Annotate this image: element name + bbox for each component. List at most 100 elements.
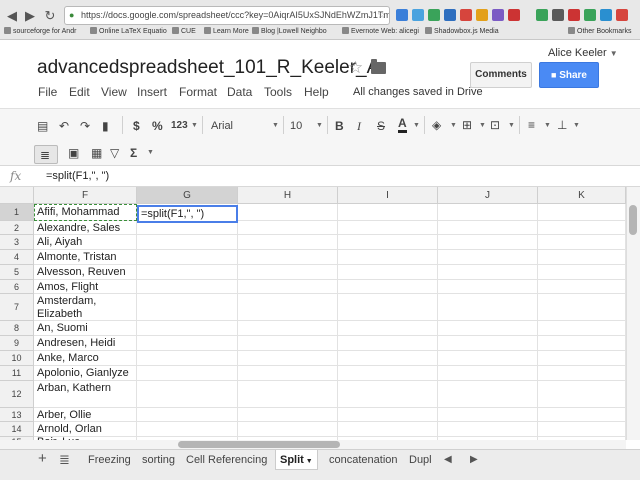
column-header-i[interactable]: I bbox=[338, 187, 438, 204]
cell[interactable] bbox=[137, 336, 238, 350]
row-header[interactable]: 8 bbox=[0, 321, 34, 336]
cell[interactable] bbox=[438, 408, 538, 421]
row-header[interactable]: 14 bbox=[0, 422, 34, 437]
cell[interactable] bbox=[338, 294, 438, 320]
cell[interactable] bbox=[238, 204, 338, 220]
cell[interactable] bbox=[338, 280, 438, 293]
cell[interactable] bbox=[238, 221, 338, 234]
bold-button[interactable]: B bbox=[335, 118, 344, 134]
sheet-tab-split[interactable]: Split ▼ bbox=[275, 450, 318, 470]
vertical-align-icon[interactable]: ⊥ bbox=[557, 117, 567, 133]
sheet-tab-concatenation[interactable]: concatenation bbox=[325, 450, 402, 470]
cell[interactable]: Alvesson, Reuven bbox=[34, 265, 137, 279]
add-sheet-icon[interactable]: + bbox=[38, 450, 47, 467]
paint-format-icon[interactable]: ▮ bbox=[102, 118, 109, 134]
cell[interactable]: Alexandre, Sales bbox=[34, 221, 137, 234]
bookmark-item[interactable]: CUE bbox=[172, 27, 196, 35]
cell[interactable] bbox=[238, 235, 338, 249]
extension-icon[interactable] bbox=[616, 9, 628, 21]
row-header[interactable]: 4 bbox=[0, 250, 34, 265]
row-header[interactable]: 13 bbox=[0, 408, 34, 422]
vertical-scroll-thumb[interactable] bbox=[629, 205, 637, 235]
horizontal-scrollbar[interactable] bbox=[0, 440, 626, 449]
column-header-g[interactable]: G bbox=[137, 187, 238, 204]
cell[interactable] bbox=[538, 422, 626, 436]
row-header[interactable]: 7 bbox=[0, 294, 34, 321]
cell[interactable] bbox=[238, 422, 338, 436]
extension-icon[interactable] bbox=[396, 9, 408, 21]
folder-icon[interactable] bbox=[371, 59, 386, 74]
filter-icon[interactable]: ▽ bbox=[110, 145, 119, 161]
cell[interactable] bbox=[338, 381, 438, 407]
extension-icon[interactable] bbox=[552, 9, 564, 21]
cell[interactable]: Arnold, Orlan bbox=[34, 422, 137, 436]
cell[interactable] bbox=[538, 250, 626, 264]
bookmark-item[interactable]: Shadowbox.js Media bbox=[425, 27, 499, 35]
cell[interactable] bbox=[137, 422, 238, 436]
menu-file[interactable]: File bbox=[38, 85, 57, 99]
extension-icon[interactable] bbox=[412, 9, 424, 21]
star-icon[interactable]: ☆ bbox=[348, 58, 363, 78]
cell[interactable] bbox=[137, 366, 238, 380]
cell[interactable] bbox=[338, 422, 438, 436]
cell[interactable]: An, Suomi bbox=[34, 321, 137, 335]
cell[interactable] bbox=[338, 366, 438, 380]
menu-data[interactable]: Data bbox=[227, 85, 252, 99]
cell[interactable] bbox=[238, 294, 338, 320]
cell[interactable]: Afifi, Mohammad bbox=[34, 204, 137, 220]
number-format-button[interactable]: 123 bbox=[171, 118, 188, 134]
cell[interactable]: Amsterdam, Elizabeth bbox=[34, 294, 137, 320]
cell[interactable] bbox=[137, 408, 238, 421]
extension-icon[interactable] bbox=[600, 9, 612, 21]
fill-color-icon[interactable]: ◈ bbox=[432, 117, 441, 133]
font-select[interactable]: Arial bbox=[211, 118, 233, 134]
spreadsheet-grid[interactable]: F G H I J K 1 Afifi, Mohammad 2 Alexandre, Sales 3… bbox=[0, 187, 626, 440]
cell[interactable] bbox=[438, 204, 538, 220]
cell[interactable] bbox=[538, 381, 626, 407]
extension-icon[interactable] bbox=[536, 9, 548, 21]
column-header-j[interactable]: J bbox=[438, 187, 538, 204]
cell[interactable] bbox=[538, 265, 626, 279]
user-account[interactable]: Alice Keeler ▼ bbox=[548, 47, 618, 59]
bookmark-item[interactable]: sourceforge for Andr bbox=[4, 27, 76, 35]
extension-icon[interactable] bbox=[584, 9, 596, 21]
extension-icon[interactable] bbox=[508, 9, 520, 21]
address-bar[interactable]: ● https://docs.google.com/spreadsheet/cc… bbox=[64, 6, 390, 25]
cell[interactable] bbox=[438, 351, 538, 365]
cell[interactable] bbox=[438, 265, 538, 279]
text-color-button[interactable]: A bbox=[398, 116, 407, 133]
document-title[interactable]: advancedspreadsheet_101_R_Keeler_A bbox=[37, 57, 379, 79]
cell[interactable] bbox=[137, 250, 238, 264]
column-header-k[interactable]: K bbox=[538, 187, 626, 204]
cell[interactable] bbox=[338, 321, 438, 335]
cell[interactable] bbox=[538, 351, 626, 365]
formula-input[interactable]: =split(F1,", ") bbox=[46, 170, 109, 182]
bookmark-item[interactable]: Online LaTeX Equatio bbox=[90, 27, 167, 35]
functions-button[interactable]: Σ bbox=[130, 145, 137, 161]
row-header[interactable]: 9 bbox=[0, 336, 34, 351]
cell[interactable] bbox=[238, 381, 338, 407]
italic-button[interactable]: I bbox=[357, 118, 361, 134]
row-header[interactable]: 12 bbox=[0, 381, 34, 408]
share-button[interactable]: ■ Share bbox=[539, 62, 599, 88]
cell[interactable] bbox=[338, 336, 438, 350]
cell[interactable] bbox=[438, 280, 538, 293]
bookmark-item[interactable]: Evernote Web: alicegi bbox=[342, 27, 419, 35]
cell[interactable] bbox=[438, 321, 538, 335]
cell[interactable]: Arber, Ollie bbox=[34, 408, 137, 421]
redo-icon[interactable]: ↷ bbox=[80, 118, 90, 134]
wrap-text-button[interactable]: ≣ bbox=[34, 145, 58, 164]
sheet-tab-cell-referencing[interactable]: Cell Referencing bbox=[182, 450, 271, 470]
formula-bar[interactable]: fx =split(F1,", ") bbox=[0, 166, 640, 187]
cell[interactable] bbox=[137, 381, 238, 407]
cell[interactable]: Apolonio, Gianlyze bbox=[34, 366, 137, 380]
cell[interactable] bbox=[438, 221, 538, 234]
cell[interactable] bbox=[238, 265, 338, 279]
sheet-tab-freezing[interactable]: Freezing bbox=[84, 450, 135, 470]
strikethrough-button[interactable]: S bbox=[377, 118, 385, 134]
menu-insert[interactable]: Insert bbox=[137, 85, 167, 99]
cell[interactable] bbox=[338, 204, 438, 220]
cell[interactable] bbox=[538, 336, 626, 350]
extension-icon[interactable] bbox=[568, 9, 580, 21]
row-header[interactable]: 10 bbox=[0, 351, 34, 366]
